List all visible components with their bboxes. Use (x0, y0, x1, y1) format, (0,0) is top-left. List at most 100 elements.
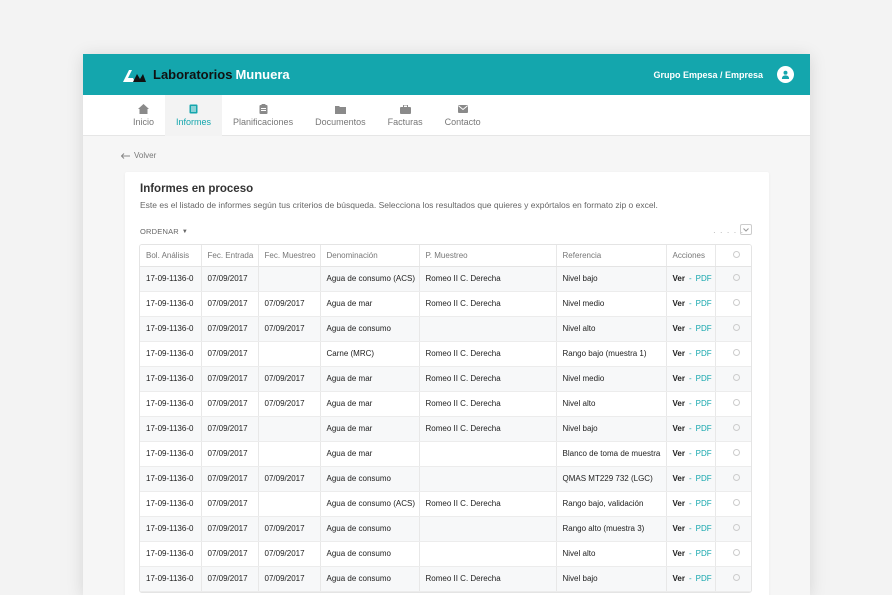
pdf-link[interactable]: PDF (696, 524, 712, 533)
pdf-link[interactable]: PDF (696, 324, 712, 333)
pdf-link[interactable]: PDF (696, 499, 712, 508)
brand-logo[interactable]: Laboratorios Munuera (121, 66, 290, 84)
table-row[interactable]: 17-09-1136-0 07/09/2017 07/09/2017 Agua de … (140, 541, 751, 567)
view-link[interactable]: Ver (673, 274, 685, 283)
column-header[interactable]: Fec. Muestreo (258, 245, 321, 267)
row-checkbox[interactable] (732, 524, 740, 531)
app-window: Laboratorios Munuera Grupo Empesa / Empr… (83, 54, 810, 595)
pdf-link[interactable]: PDF (696, 299, 712, 308)
actions-cell: Ver - PDF (666, 541, 716, 567)
company-name[interactable]: Grupo Empesa / Empresa (653, 70, 763, 80)
row-checkbox[interactable] (732, 399, 740, 406)
table-row[interactable]: 17-09-1136-0 07/09/2017 07/09/2017 Agua de … (140, 391, 751, 417)
row-checkbox[interactable] (732, 474, 740, 481)
table-cell: 07/09/2017 (201, 566, 259, 592)
action-separator: - (688, 499, 692, 508)
nav-item-planificaciones[interactable]: Planificaciones (222, 95, 304, 136)
select-cell (715, 266, 751, 292)
pdf-link[interactable]: PDF (696, 474, 712, 483)
row-checkbox[interactable] (732, 299, 740, 306)
row-checkbox[interactable] (732, 274, 740, 281)
column-header[interactable]: Denominación (320, 245, 420, 267)
sort-dropdown[interactable]: ORDENAR ▼ (140, 227, 188, 236)
row-checkbox[interactable] (732, 499, 740, 506)
view-link[interactable]: Ver (673, 374, 685, 383)
select-cell (715, 566, 751, 592)
table-row[interactable]: 17-09-1136-0 07/09/2017 Agua de mar Romeo I… (140, 416, 751, 442)
pdf-link[interactable]: PDF (696, 449, 712, 458)
nav-item-contacto[interactable]: Contacto (434, 95, 492, 136)
nav-item-documentos[interactable]: Documentos (304, 95, 377, 136)
view-link[interactable]: Ver (673, 524, 685, 533)
select-cell (715, 541, 751, 567)
column-header[interactable]: P. Muestreo (419, 245, 557, 267)
row-checkbox[interactable] (732, 549, 740, 556)
pdf-link[interactable]: PDF (696, 574, 712, 583)
row-checkbox[interactable] (732, 374, 740, 381)
nav-item-inicio[interactable]: Inicio (122, 95, 165, 136)
table-row[interactable]: 17-09-1136-0 07/09/2017 07/09/2017 Agua de … (140, 366, 751, 392)
table-cell: 07/09/2017 (201, 366, 259, 392)
select-all-checkbox[interactable] (732, 250, 740, 258)
view-link[interactable]: Ver (673, 299, 685, 308)
view-link[interactable]: Ver (673, 349, 685, 358)
table-cell: Agua de consumo (320, 516, 420, 542)
page-title: Informes en proceso (140, 183, 254, 195)
action-separator: - (688, 574, 692, 583)
pdf-link[interactable]: PDF (696, 399, 712, 408)
row-checkbox[interactable] (732, 449, 740, 456)
nav-item-facturas[interactable]: Facturas (377, 95, 434, 136)
row-checkbox[interactable] (732, 424, 740, 431)
select-cell (715, 341, 751, 367)
view-link[interactable]: Ver (673, 474, 685, 483)
column-header[interactable]: Referencia (556, 245, 667, 267)
table-row[interactable]: 17-09-1136-0 07/09/2017 07/09/2017 Agua de … (140, 291, 751, 317)
nav-item-informes[interactable]: Informes (165, 95, 223, 136)
table-cell: Nivel alto (556, 541, 667, 567)
table-row[interactable]: 17-09-1136-0 07/09/2017 Carne (MRC) Romeo I… (140, 341, 751, 367)
pdf-link[interactable]: PDF (696, 374, 712, 383)
table-cell: Romeo II C. Derecha (419, 416, 557, 442)
arrow-left-icon (121, 152, 130, 159)
pdf-link[interactable]: PDF (696, 349, 712, 358)
pdf-link[interactable]: PDF (696, 424, 712, 433)
table-row[interactable]: 17-09-1136-0 07/09/2017 Agua de mar Blanco … (140, 441, 751, 467)
row-checkbox[interactable] (732, 349, 740, 356)
view-link[interactable]: Ver (673, 574, 685, 583)
flask-logo-icon (121, 66, 147, 84)
table-row[interactable]: 17-09-1136-0 07/09/2017 07/09/2017 Agua de … (140, 566, 751, 592)
row-checkbox[interactable] (732, 324, 740, 331)
reports-table: Bol. Análisis Fec. Entrada Fec. Muestreo De… (139, 244, 752, 593)
table-cell: Agua de consumo (320, 566, 420, 592)
back-link[interactable]: Volver (121, 151, 156, 160)
table-cell: 07/09/2017 (201, 491, 259, 517)
table-row[interactable]: 17-09-1136-0 07/09/2017 Agua de consumo (A… (140, 266, 751, 292)
view-link[interactable]: Ver (673, 549, 685, 558)
table-row[interactable]: 17-09-1136-0 07/09/2017 07/09/2017 Agua de … (140, 316, 751, 342)
view-link[interactable]: Ver (673, 424, 685, 433)
table-cell (419, 541, 557, 567)
column-header[interactable]: Bol. Análisis (140, 245, 202, 267)
table-cell: 07/09/2017 (258, 316, 321, 342)
table-row[interactable]: 17-09-1136-0 07/09/2017 07/09/2017 Agua de … (140, 516, 751, 542)
view-link[interactable]: Ver (673, 449, 685, 458)
user-avatar-icon[interactable] (777, 66, 794, 83)
actions-cell: Ver - PDF (666, 366, 716, 392)
column-header[interactable]: Acciones (666, 245, 716, 267)
column-header[interactable]: Fec. Entrada (201, 245, 259, 267)
view-link[interactable]: Ver (673, 499, 685, 508)
table-cell: Romeo II C. Derecha (419, 291, 557, 317)
table-cell: 07/09/2017 (258, 291, 321, 317)
view-link[interactable]: Ver (673, 399, 685, 408)
actions-cell: Ver - PDF (666, 391, 716, 417)
table-row[interactable]: 17-09-1136-0 07/09/2017 07/09/2017 Agua de … (140, 466, 751, 492)
table-row[interactable]: 17-09-1136-0 07/09/2017 Agua de consumo (A… (140, 491, 751, 517)
table-cell: Blanco de toma de muestra (556, 441, 667, 467)
view-link[interactable]: Ver (673, 324, 685, 333)
select-all-toggle[interactable] (740, 224, 752, 235)
document-icon (188, 104, 200, 114)
row-checkbox[interactable] (732, 574, 740, 581)
pdf-link[interactable]: PDF (696, 274, 712, 283)
pdf-link[interactable]: PDF (696, 549, 712, 558)
table-cell: Agua de consumo (ACS) (320, 491, 420, 517)
